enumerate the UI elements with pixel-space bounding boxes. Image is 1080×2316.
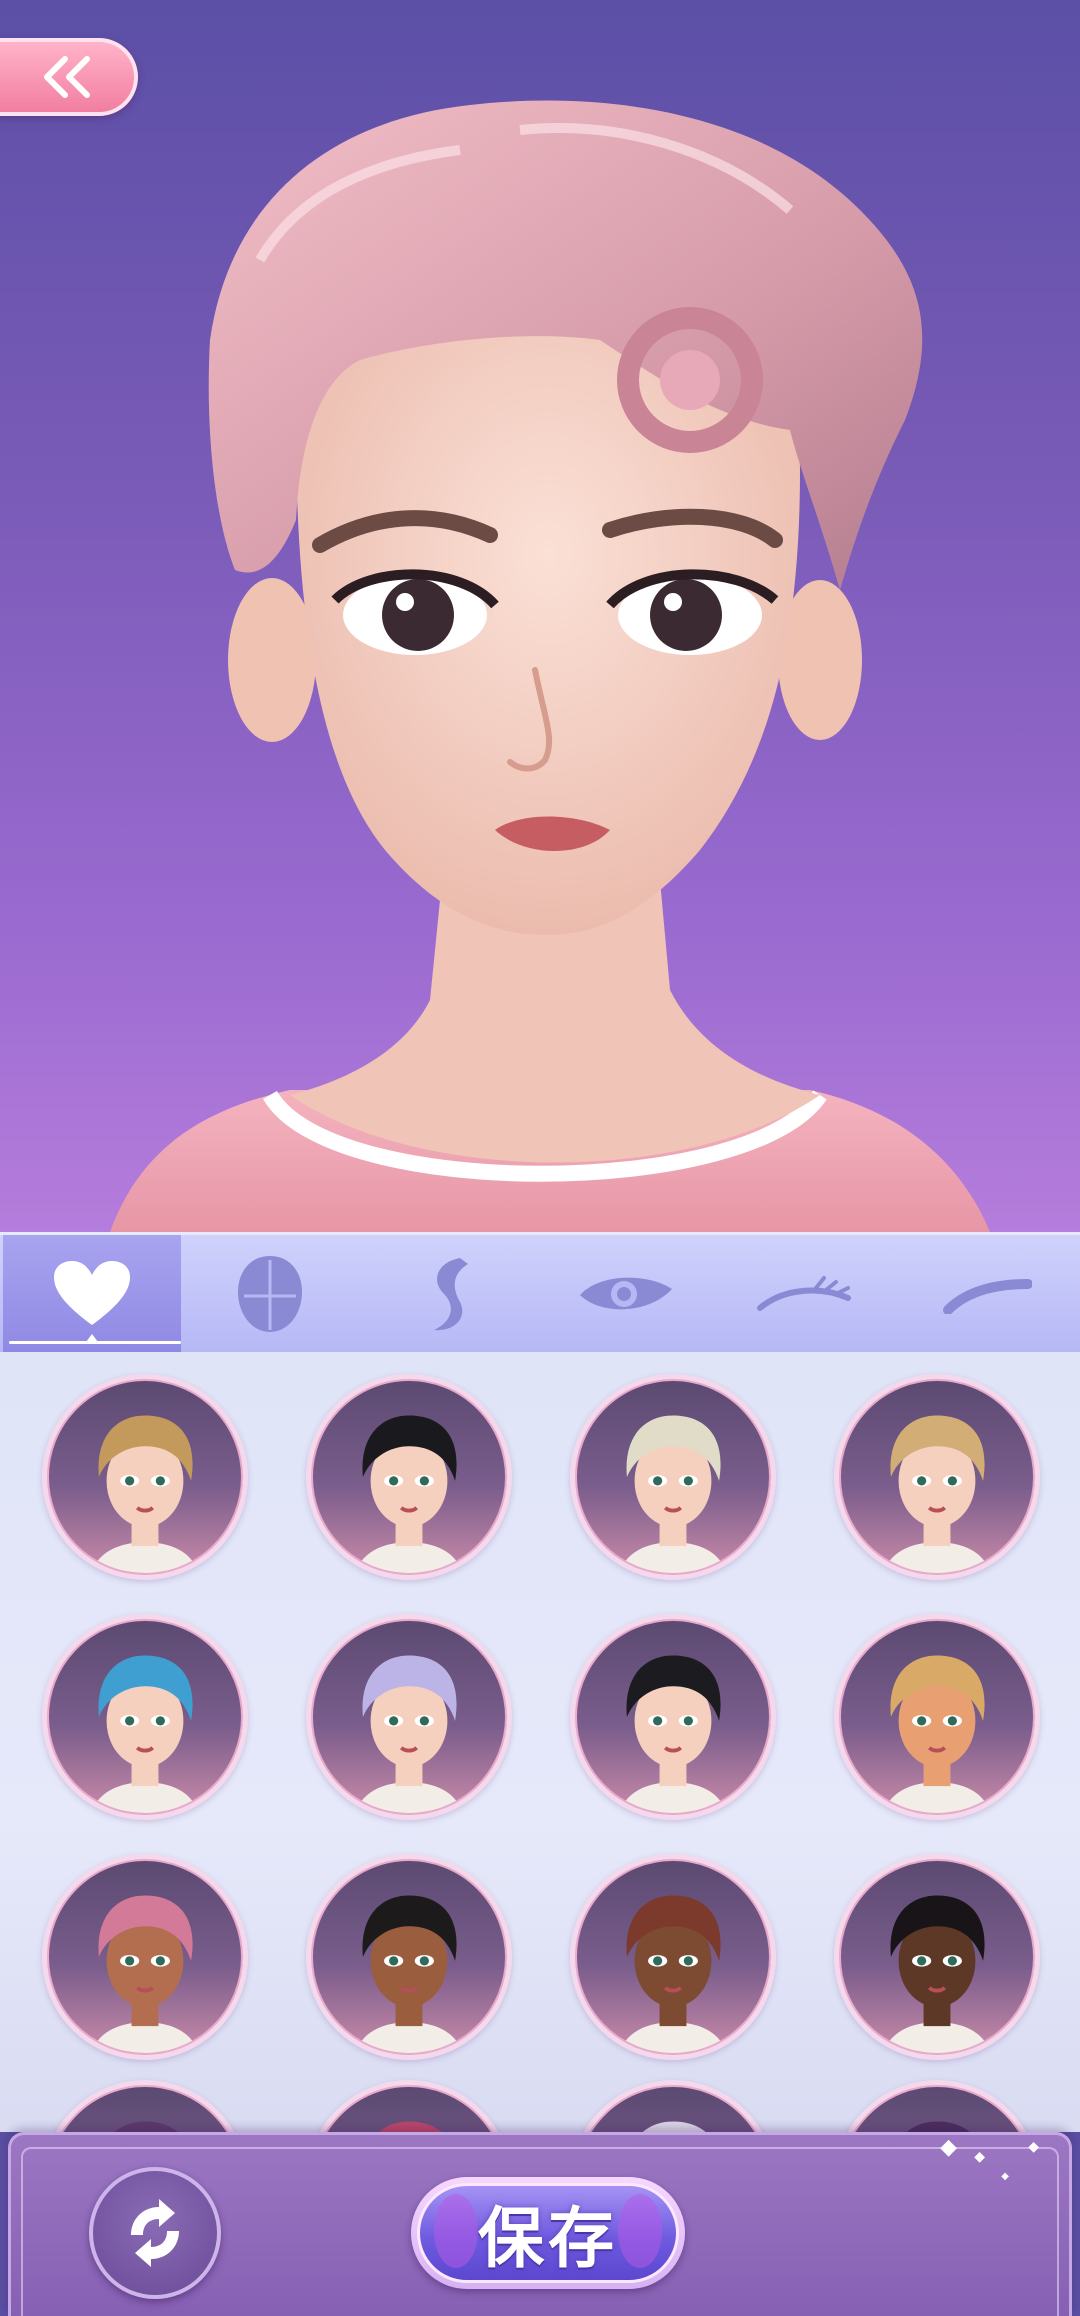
bottom-action-panel: ◆ ◆ ◆ ◆ 保存 <box>8 2132 1072 2316</box>
sparkle-decoration: ◆ <box>974 2149 985 2165</box>
hairstyle-thumbnail <box>311 1619 507 1815</box>
eye-icon <box>580 1277 672 1309</box>
avatar-portrait <box>619 1415 727 1573</box>
hairstyle-thumbnail <box>47 1859 243 2055</box>
double-chevron-left-icon <box>44 56 90 98</box>
randomize-button[interactable] <box>89 2167 221 2299</box>
avatar-portrait <box>883 1415 991 1573</box>
back-button[interactable] <box>0 38 138 116</box>
avatar-portrait <box>355 1415 463 1573</box>
tab-eyes[interactable] <box>537 1235 715 1352</box>
save-button-face: 保存 <box>417 2183 679 2283</box>
hairstyle-thumbnail <box>839 1619 1035 1815</box>
hairstyle-option-lavender-short-bangs[interactable] <box>306 1614 512 1820</box>
hair-strand-icon <box>434 1257 468 1330</box>
save-button[interactable]: 保存 <box>411 2177 685 2289</box>
avatar-portrait <box>883 1895 991 2053</box>
hairstyle-thumbnail <box>575 1859 771 2055</box>
avatar-portrait <box>91 1655 199 1813</box>
hairstyle-thumbnail <box>839 1379 1035 1575</box>
avatar-portrait <box>355 1655 463 1813</box>
character-preview[interactable] <box>0 0 1080 1232</box>
save-button-label: 保存 <box>478 2200 618 2277</box>
avatar-portrait <box>355 1895 463 2053</box>
category-tabbar <box>0 1232 1080 1352</box>
hairstyle-option-wavy-blonde-bob[interactable] <box>834 1374 1040 1580</box>
hairstyle-option-blue-pompadour[interactable] <box>42 1614 248 1820</box>
tab-eyelashes[interactable] <box>715 1235 893 1352</box>
hairstyle-thumbnail <box>311 1859 507 2055</box>
shuffle-arrows-icon <box>131 2199 179 2267</box>
hairstyle-grid <box>42 1374 1042 2060</box>
hairstyle-option-box-braids[interactable] <box>570 1854 776 2060</box>
hairstyle-option-black-bob-bangs[interactable] <box>306 1374 512 1580</box>
active-tab-indicator <box>86 1334 98 1342</box>
hairstyle-thumbnail <box>575 1379 771 1575</box>
sparkle-decoration: ◆ <box>1028 2139 1039 2155</box>
avatar-portrait <box>91 1415 199 1573</box>
avatar-portrait <box>619 1655 727 1813</box>
character-model <box>110 100 990 1232</box>
eyelash-icon <box>757 1275 851 1311</box>
heart-icon <box>54 1260 130 1325</box>
tab-favorites[interactable] <box>3 1235 181 1352</box>
tab-face-shape[interactable] <box>181 1235 359 1352</box>
hairstyle-thumbnail <box>47 1619 243 1815</box>
hairstyle-thumbnail <box>575 1619 771 1815</box>
hairstyle-option-long-braids[interactable] <box>306 1854 512 2060</box>
hairstyle-thumbnail <box>47 1379 243 1575</box>
hairstyle-option-short-curls[interactable] <box>834 1854 1040 2060</box>
avatar-portrait <box>91 1895 199 2053</box>
tab-hair[interactable] <box>359 1235 537 1352</box>
hairstyle-option-black-short-bangs[interactable] <box>570 1614 776 1820</box>
avatar-portrait <box>619 1895 727 2053</box>
sparkle-decoration: ◆ <box>1001 2171 1009 2182</box>
eyebrow-icon <box>943 1278 1032 1314</box>
tab-eyebrows[interactable] <box>893 1235 1071 1352</box>
hairstyle-thumbnail <box>839 1859 1035 2055</box>
sparkle-decoration: ◆ <box>940 2135 957 2160</box>
head-silhouette-icon <box>238 1255 302 1332</box>
hairstyle-thumbnail <box>311 1379 507 1575</box>
hairstyle-option-short-side-swept[interactable] <box>42 1374 248 1580</box>
hairstyle-option-pink-pompadour[interactable] <box>42 1854 248 2060</box>
avatar-portrait <box>883 1655 991 1813</box>
hairstyle-option-platinum-pixie[interactable] <box>570 1374 776 1580</box>
hairstyle-grid-scroller[interactable] <box>0 1352 1080 2132</box>
hairstyle-option-honey-side-part[interactable] <box>834 1614 1040 1820</box>
